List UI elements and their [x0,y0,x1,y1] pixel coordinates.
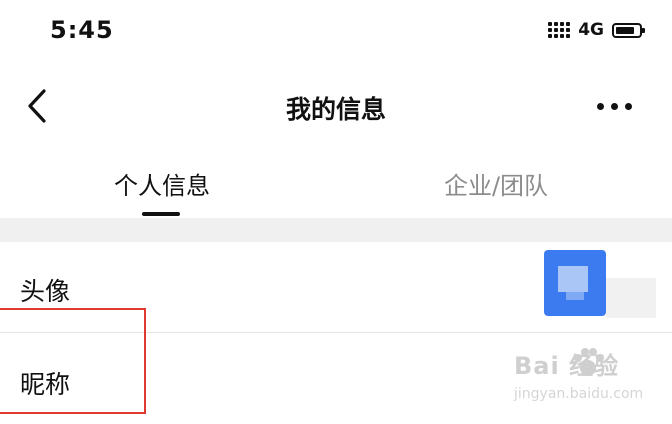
tab-personal-info[interactable]: 个人信息 [0,166,330,201]
avatar-row-label: 头像 [20,277,71,306]
highlight-box [0,308,146,414]
watermark-url: jingyan.baidu.com [514,386,644,402]
avatar[interactable] [544,250,606,316]
network-type: 4G [578,20,604,40]
tab-company-team[interactable]: 企业/团队 [328,166,664,201]
more-button[interactable] [597,92,632,120]
watermark: Bai 经验 jingyan.baidu.com [514,346,654,410]
battery-icon [612,22,645,38]
status-bar: 5:45 4G [0,0,672,62]
active-tab-indicator [142,212,180,216]
avatar-blur-patch [606,278,656,318]
tab-bar: 个人信息 企业/团队 [0,148,672,218]
status-time: 5:45 [50,16,114,44]
status-icons: 4G [548,20,645,40]
section-divider [0,218,672,242]
page-title: 我的信息 [285,95,386,124]
more-dots-icon [597,102,632,110]
watermark-text: Bai 经验 [514,352,620,380]
signal-dots-icon [548,22,571,38]
nav-bar: 我的信息 [0,70,672,142]
